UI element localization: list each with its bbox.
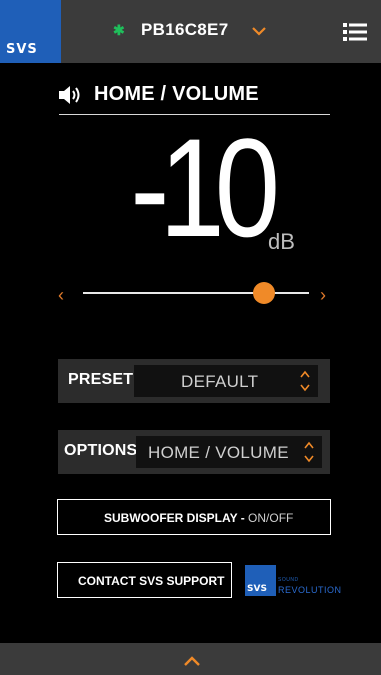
volume-decrease-button[interactable]: ‹ [58, 285, 64, 306]
options-row: OPTIONS HOME / VOLUME [58, 430, 330, 474]
options-select[interactable]: HOME / VOLUME [136, 436, 322, 468]
sound-revolution-logo-svs: SVS [247, 584, 267, 594]
svs-logo-text: SVS [6, 42, 38, 57]
preset-select[interactable]: DEFAULT [134, 365, 318, 397]
chevron-up-icon[interactable] [184, 653, 200, 671]
preset-label: PRESET [68, 371, 134, 388]
volume-value: -10 [130, 109, 280, 266]
volume-increase-button[interactable]: › [320, 285, 326, 306]
contact-support-label: CONTACT SVS SUPPORT [78, 574, 225, 588]
sound-revolution-logo-box: SVS [245, 565, 276, 596]
svs-logo[interactable]: SVS [0, 0, 61, 63]
top-bar: SVS ✱ PB16C8E7 [0, 0, 381, 63]
bluetooth-icon: ✱ [113, 22, 125, 38]
options-label: OPTIONS [64, 442, 138, 459]
up-down-arrows-icon [304, 441, 314, 463]
preset-row: PRESET DEFAULT [58, 359, 330, 403]
bottom-bar [0, 643, 381, 675]
volume-slider-fill [83, 292, 264, 294]
subwoofer-display-button[interactable]: SUBWOOFER DISPLAY - ON/OFF [57, 499, 331, 535]
volume-slider[interactable] [83, 282, 309, 304]
options-value: HOME / VOLUME [148, 443, 289, 462]
preset-value: DEFAULT [181, 372, 259, 391]
volume-slider-handle[interactable] [252, 282, 275, 304]
volume-unit: dB [268, 229, 295, 254]
device-name[interactable]: PB16C8E7 [141, 20, 228, 40]
up-down-arrows-icon [300, 370, 310, 392]
sound-revolution-bottom-text: REVOLUTION [278, 585, 342, 595]
sound-revolution-top-text: SOUND [278, 577, 299, 583]
contact-support-button[interactable]: CONTACT SVS SUPPORT [57, 562, 232, 598]
subwoofer-display-label: SUBWOOFER DISPLAY - ON/OFF [104, 511, 294, 525]
page-title: HOME / VOLUME [94, 83, 259, 105]
menu-list-icon[interactable] [343, 22, 367, 47]
chevron-down-icon[interactable] [252, 23, 266, 41]
speaker-volume-icon [59, 85, 85, 110]
